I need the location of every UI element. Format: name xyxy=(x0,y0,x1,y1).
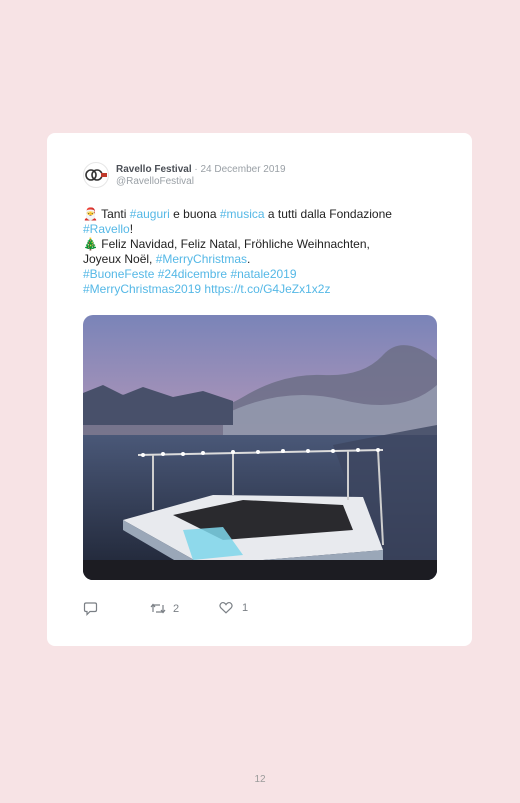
reply-button[interactable] xyxy=(83,601,98,616)
christmas-tree-emoji: 🎄 xyxy=(83,237,98,251)
hashtag-merrychristmas2019[interactable]: #MerryChristmas2019 xyxy=(83,282,201,296)
like-count: 1 xyxy=(242,601,249,614)
tweet-url[interactable]: https://t.co/G4JeZx1x2z xyxy=(204,282,330,296)
reply-icon xyxy=(83,602,98,616)
tweet-card: Ravello Festival · 24 December 2019 @Rav… xyxy=(47,133,472,646)
text-fragment: a tutti dalla Fondazione xyxy=(264,207,392,221)
hashtag-24dicembre[interactable]: #24dicembre xyxy=(158,267,227,281)
hashtag-buonefeste[interactable]: #BuoneFeste xyxy=(83,267,154,281)
tweet-actions: 2 1 xyxy=(83,601,383,617)
concert-stage-photo xyxy=(83,315,437,580)
separator: · xyxy=(194,164,198,175)
tweet-photo[interactable] xyxy=(83,315,437,580)
avatar[interactable] xyxy=(83,162,109,188)
page-number: 12 xyxy=(254,774,266,785)
text-fragment: ! xyxy=(129,222,134,236)
retweet-button[interactable]: 2 xyxy=(150,601,179,616)
author-row: Ravello Festival · 24 December 2019 xyxy=(116,164,286,175)
text-fragment: Tanti xyxy=(101,207,130,221)
author-handle[interactable]: @RavelloFestival xyxy=(116,176,194,187)
like-button[interactable]: 1 xyxy=(219,601,248,614)
retweet-count: 2 xyxy=(173,602,180,615)
hashtag-merrychristmas[interactable]: #MerryChristmas xyxy=(156,252,247,266)
text-fragment: Feliz Navidad, Feliz Natal, Fröhliche We… xyxy=(101,237,370,251)
tweet-date[interactable]: 24 December 2019 xyxy=(201,164,286,175)
hashtag-musica[interactable]: #musica xyxy=(220,207,265,221)
retweet-icon xyxy=(150,603,166,614)
santa-emoji: 🎅 xyxy=(83,207,98,221)
hashtag-auguri[interactable]: #auguri xyxy=(130,207,170,221)
author-name[interactable]: Ravello Festival xyxy=(116,164,192,175)
ravello-logo-icon xyxy=(85,169,107,181)
hashtag-natale2019[interactable]: #natale2019 xyxy=(230,267,296,281)
text-fragment: e buona xyxy=(169,207,220,221)
text-fragment: Joyeux Noël, xyxy=(83,252,156,266)
tweet-text: 🎅 Tanti #auguri e buona #musica a tutti … xyxy=(83,207,443,297)
hashtag-ravello[interactable]: #Ravello xyxy=(83,222,130,236)
heart-icon xyxy=(219,601,233,614)
text-fragment: . xyxy=(247,252,251,266)
